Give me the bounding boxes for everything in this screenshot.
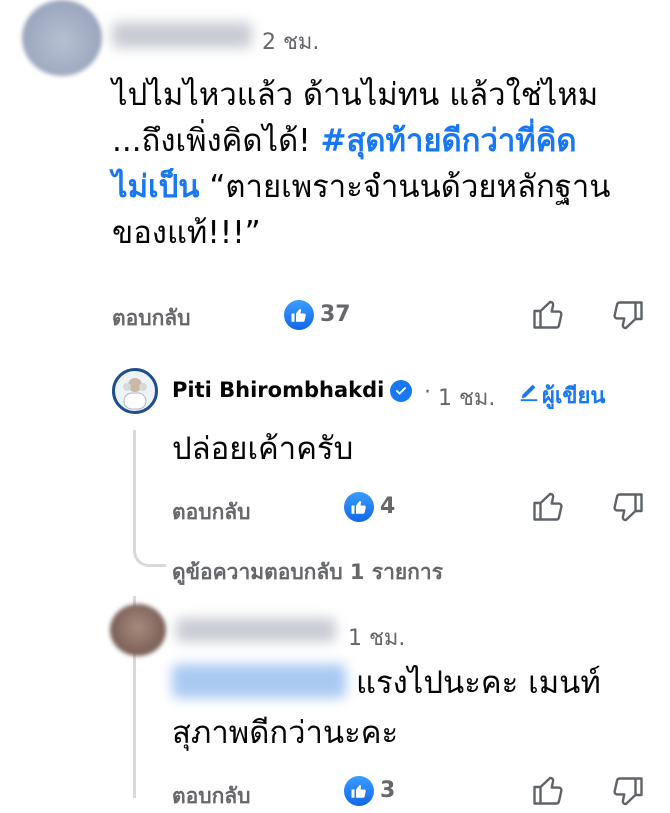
- like-count[interactable]: 37: [320, 302, 351, 327]
- view-replies-link[interactable]: ดูข้อความตอบกลับ 1 รายการ: [172, 556, 443, 589]
- reply-line-2: สุภาพดีกว่านะคะ: [172, 715, 399, 751]
- like-reaction-icon: [344, 776, 374, 806]
- reply-time: 1 ชม.: [348, 626, 406, 651]
- reply-button[interactable]: ตอบกลับ: [172, 780, 251, 813]
- thumbs-up-icon[interactable]: [530, 772, 566, 808]
- author-name-blurred[interactable]: [176, 618, 336, 642]
- thumbs-down-icon[interactable]: [610, 490, 646, 526]
- thumbs-down-icon[interactable]: [610, 298, 646, 334]
- reply-text: แรงไปนะคะ เมนท์: [356, 660, 601, 706]
- verified-check-icon: [390, 380, 412, 402]
- like-count[interactable]: 4: [380, 494, 395, 519]
- separator-dot: ·: [424, 380, 431, 405]
- pencil-icon: [520, 384, 538, 402]
- comment-line-3-text: “ตายเพราะจำนนด้วยหลักฐาน: [199, 169, 611, 205]
- comment-text: ไปไมไหวแล้ว ด้านไม่ทน แล้วใช่ไหม ...ถึงเ…: [112, 72, 652, 256]
- author-avatar[interactable]: [112, 368, 158, 414]
- comment-line-2: ...ถึงเพิ่งคิดได้! #สุดท้ายดีกว่าที่คิด: [112, 118, 652, 164]
- hashtag-link[interactable]: #สุดท้ายดีกว่าที่คิด: [321, 123, 577, 159]
- reply-button[interactable]: ตอบกลับ: [172, 496, 251, 529]
- comment-line-4: ของแท้!!!”: [112, 215, 261, 251]
- comment-line-1: ไปไมไหวแล้ว ด้านไม่ทน แล้วใช่ไหม: [112, 77, 599, 113]
- like-reaction-icon: [284, 300, 314, 330]
- reply-line-1: แรงไปนะคะ เมนท์: [356, 665, 601, 701]
- thumbs-up-icon[interactable]: [530, 488, 566, 524]
- reply-text: ปล่อยเค้าครับ: [172, 431, 354, 467]
- author-name-blurred[interactable]: [112, 22, 252, 48]
- reply-button[interactable]: ตอบกลับ: [112, 302, 191, 335]
- avatar[interactable]: [110, 604, 166, 656]
- author-badge: ผู้เขียน: [542, 384, 606, 409]
- mention-link-blurred[interactable]: [172, 664, 346, 698]
- comment-line-2-text: ...ถึงเพิ่งคิดได้!: [112, 123, 321, 159]
- hashtag-link-continued[interactable]: ไม่เป็น: [112, 169, 200, 205]
- like-reaction-icon: [344, 492, 374, 522]
- thumbs-up-icon[interactable]: [530, 296, 566, 332]
- comment-line-3: ไม่เป็น “ตายเพราะจำนนด้วยหลักฐาน: [112, 164, 652, 210]
- thumbs-down-icon[interactable]: [610, 774, 646, 810]
- author-name[interactable]: Piti Bhirombhakdi: [172, 378, 384, 402]
- avatar[interactable]: [22, 0, 102, 76]
- reply-time: 1 ชม.: [438, 386, 496, 411]
- like-count[interactable]: 3: [380, 778, 395, 803]
- comment-time: 2 ชม.: [262, 30, 320, 55]
- thread-corner: [133, 520, 166, 567]
